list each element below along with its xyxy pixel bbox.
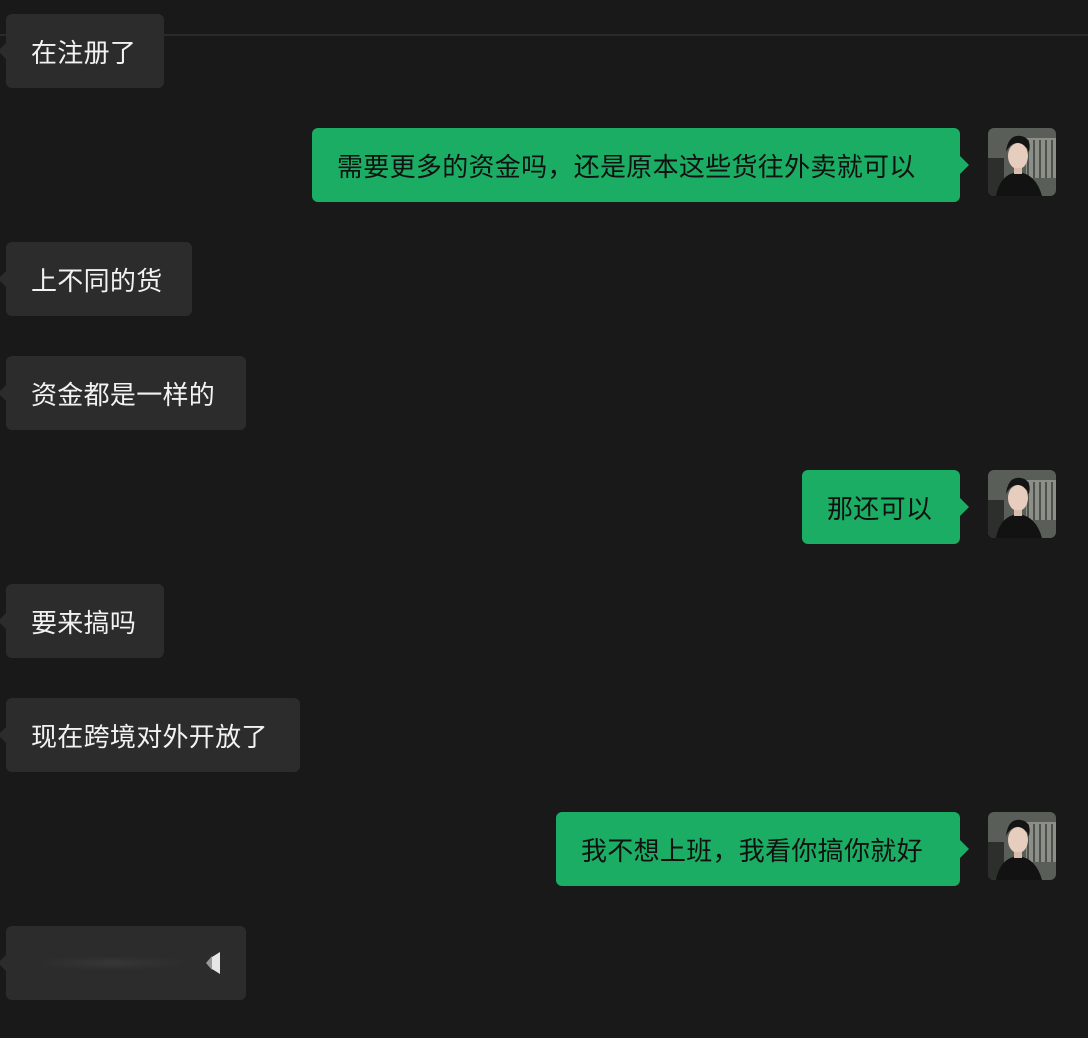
message-text: 上不同的货	[31, 266, 163, 297]
incoming-message-bubble[interactable]: 上不同的货	[0, 242, 192, 316]
message-text: 在注册了	[31, 38, 137, 69]
outgoing-message-bubble[interactable]: 我不想上班，我看你搞你就好	[556, 812, 969, 886]
user-avatar[interactable]	[988, 128, 1056, 196]
outgoing-message-bubble[interactable]: 需要更多的资金吗，还是原本这些货往外卖就可以	[312, 128, 969, 202]
avatar-photo-icon	[988, 128, 1056, 196]
message-text: 我不想上班，我看你搞你就好	[581, 836, 923, 867]
outgoing-message-bubble[interactable]: 那还可以	[802, 470, 969, 544]
user-avatar[interactable]	[988, 470, 1056, 538]
incoming-message-bubble[interactable]: 资金都是一样的	[0, 356, 246, 430]
message-text: 要来搞吗	[31, 608, 137, 639]
incoming-message-bubble[interactable]: 在注册了	[0, 14, 164, 88]
chat-window: 在注册了 需要更多的资金吗，还是原本这些货往外卖就可以 上不同的货 资金都是一样…	[0, 0, 1088, 1038]
message-text: 需要更多的资金吗，还是原本这些货往外卖就可以	[337, 152, 916, 183]
incoming-message-bubble[interactable]: 要来搞吗	[0, 584, 164, 658]
avatar-photo-icon	[988, 470, 1056, 538]
user-avatar[interactable]	[988, 812, 1056, 880]
voice-icon	[206, 952, 220, 974]
incoming-message-bubble[interactable]: 现在跨境对外开放了	[0, 698, 300, 772]
message-text: 那还可以	[827, 494, 933, 525]
message-text: 现在跨境对外开放了	[31, 722, 268, 753]
incoming-voice-message-bubble[interactable]	[0, 926, 246, 1000]
voice-waveform	[32, 960, 192, 966]
message-text: 资金都是一样的	[31, 380, 216, 411]
avatar-photo-icon	[988, 812, 1056, 880]
